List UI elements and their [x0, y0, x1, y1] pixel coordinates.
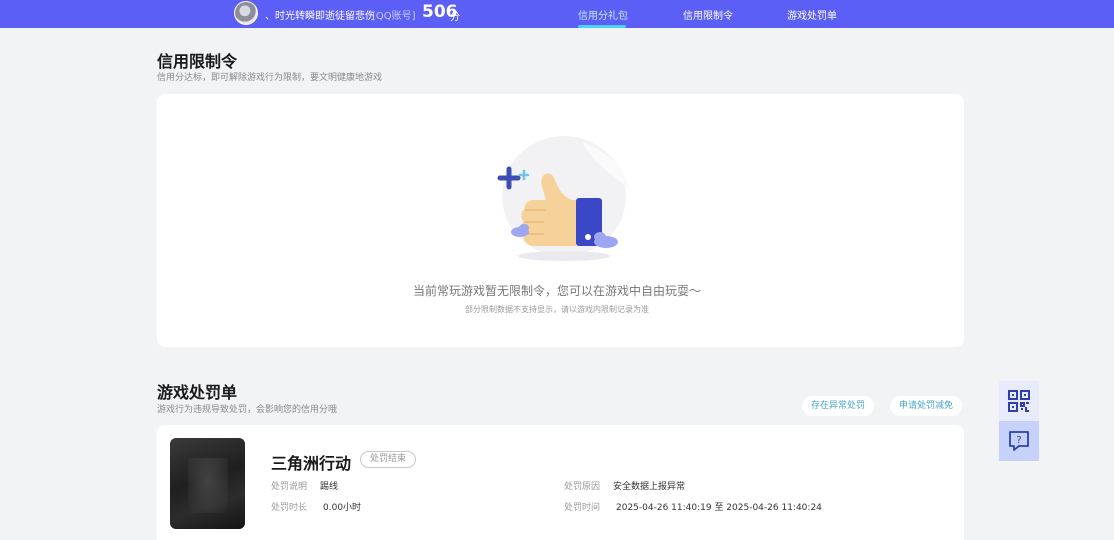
report-abnormal-penalty-button[interactable]: 存在异常处罚 [802, 396, 875, 416]
penalty-reason-value: 安全数据上报异常 [613, 482, 686, 492]
username: 、时光转瞬即逝徒留悲伤 [265, 11, 375, 22]
penalty-duration-label: 处罚时长 [271, 503, 308, 513]
penalty-time-value: 2025-04-26 11:40:19 至 2025-04-26 11:40:2… [616, 503, 822, 513]
penalty-time-label: 处罚时间 [564, 503, 601, 513]
tab-credit-restriction[interactable]: 信用限制令 [683, 7, 733, 22]
penalty-desc-value: 踢线 [320, 482, 339, 492]
penalty-section-subtitle: 游戏行为违规导致处罚，会影响您的信用分哦 [157, 405, 338, 415]
game-thumbnail [170, 438, 245, 529]
tab-credit-gift[interactable]: 信用分礼包 [578, 7, 628, 22]
empty-state-note: 部分限制数据不支持显示，请以游戏内限制记录为准 [465, 305, 649, 314]
empty-state-message: 当前常玩游戏暂无限制令，您可以在游戏中自由玩耍～ [412, 284, 701, 298]
thumbs-up-illustration-icon [497, 136, 630, 261]
penalty-duration-value: 0.00小时 [323, 503, 362, 513]
credit-score-unit: 分 [450, 12, 460, 23]
top-bar: 、时光转瞬即逝徒留悲伤 [QQ账号] 506 分 信用分礼包 信用限制令 游戏处… [0, 0, 1114, 28]
restriction-section-subtitle: 信用分达标，即可解除游戏行为限制，要文明健康地游戏 [157, 73, 383, 83]
penalty-status-badge: 处罚结束 [360, 451, 417, 468]
account-type-tag: [QQ账号] [372, 11, 416, 22]
penalty-reason-label: 处罚原因 [564, 482, 601, 492]
avatar[interactable] [234, 1, 258, 25]
penalty-desc-label: 处罚说明 [271, 482, 308, 492]
help-chat-icon: ? [1009, 431, 1029, 451]
svg-text:?: ? [1016, 435, 1021, 446]
restriction-section-title: 信用限制令 [157, 52, 238, 71]
qr-code-icon [1008, 390, 1030, 412]
qr-code-button[interactable] [999, 381, 1039, 421]
game-name: 三角洲行动 [271, 454, 352, 473]
tab-game-penalty[interactable]: 游戏处罚单 [787, 7, 837, 22]
help-button[interactable]: ? [999, 421, 1039, 461]
apply-penalty-reduction-button[interactable]: 申请处罚减免 [890, 396, 963, 416]
penalty-section-title: 游戏处罚单 [157, 383, 238, 402]
active-tab-indicator [578, 25, 626, 28]
